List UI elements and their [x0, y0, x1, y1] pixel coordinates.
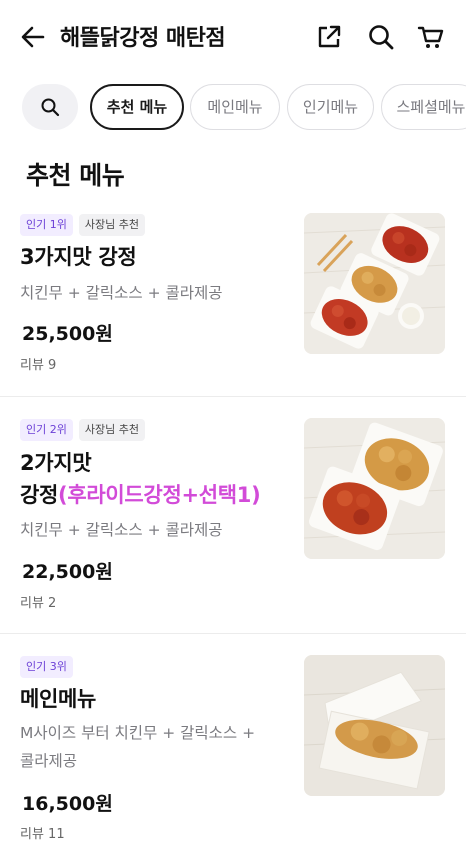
- item-photo: [304, 213, 445, 354]
- item-reviews: 리뷰 9: [20, 358, 57, 373]
- search-icon: [41, 98, 60, 117]
- item-photo: [304, 418, 445, 559]
- category-tabs: 추천 메뉴 메인메뉴 인기메뉴 스페셜메뉴: [0, 84, 466, 132]
- tab-main-menu[interactable]: 메인메뉴: [190, 84, 280, 130]
- item-name-option: (후라이드강정+선택1): [58, 483, 261, 507]
- tab-recommended[interactable]: 추천 메뉴: [90, 84, 184, 130]
- item-name: 3가지맛 강정: [20, 245, 137, 269]
- item-divider: [0, 396, 466, 397]
- cart-icon[interactable]: [416, 22, 446, 52]
- item-description-line2: 콜라제공: [20, 752, 78, 770]
- item-divider: [0, 633, 466, 634]
- share-icon[interactable]: [314, 22, 344, 52]
- item-name-main: 강정: [20, 483, 59, 507]
- menu-search-button[interactable]: [22, 84, 78, 130]
- item-description: 치킨무 + 갈릭소스 + 콜라제공: [20, 521, 223, 539]
- tab-popular-menu[interactable]: 인기메뉴: [287, 84, 374, 130]
- item-price: 22,500원: [22, 561, 113, 583]
- item-name-line1: 2가지맛: [20, 451, 92, 475]
- item-price: 16,500원: [22, 793, 113, 815]
- back-arrow-icon[interactable]: [18, 22, 48, 52]
- owner-pick-badge: 사장님 추천: [78, 419, 145, 441]
- rank-badge: 인기 1위: [20, 214, 73, 236]
- store-title: 해뜰닭강정 매탄점: [60, 26, 226, 51]
- owner-pick-badge: 사장님 추천: [78, 214, 145, 236]
- badge-group: 인기 3위: [20, 656, 73, 678]
- item-reviews: 리뷰 11: [20, 827, 65, 842]
- section-title: 추천 메뉴: [26, 161, 125, 190]
- item-price: 25,500원: [22, 323, 113, 345]
- tab-special-menu[interactable]: 스페셜메뉴: [381, 84, 466, 130]
- rank-badge: 인기 2위: [20, 419, 73, 441]
- badge-group: 인기 2위 사장님 추천: [20, 419, 145, 441]
- rank-badge: 인기 3위: [20, 656, 73, 678]
- item-name: 메인메뉴: [20, 687, 97, 711]
- item-description-line1: M사이즈 부터 치킨무 + 갈릭소스 +: [20, 724, 256, 742]
- search-icon[interactable]: [366, 22, 396, 52]
- app-header: 해뜰닭강정 매탄점: [0, 0, 466, 72]
- item-description: 치킨무 + 갈릭소스 + 콜라제공: [20, 284, 223, 302]
- badge-group: 인기 1위 사장님 추천: [20, 214, 145, 236]
- item-reviews: 리뷰 2: [20, 596, 57, 611]
- item-photo: [304, 655, 445, 796]
- item-name-line2: 강정(후라이드강정+선택1): [20, 480, 261, 510]
